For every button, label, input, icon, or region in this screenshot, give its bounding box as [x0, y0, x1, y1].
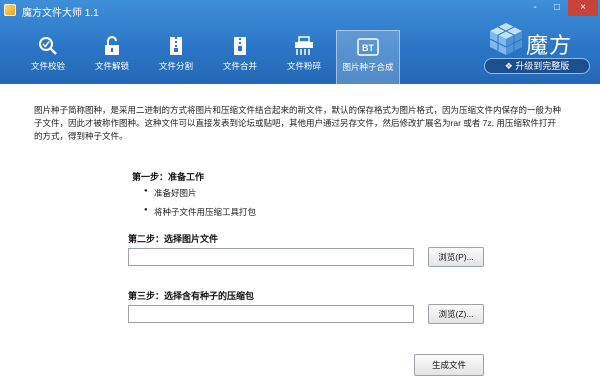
upgrade-button[interactable]: ❖ 升级到完整版	[484, 58, 590, 74]
zip-merge-icon	[234, 37, 246, 55]
zip-split-icon	[170, 37, 182, 55]
bt-badge: BT	[362, 43, 374, 53]
app-icon	[4, 4, 16, 16]
minimize-button[interactable]: -	[524, 0, 546, 16]
cube-logo-icon	[489, 23, 523, 55]
magnifier-check-icon	[39, 37, 57, 55]
header-bar: 魔方文件大师 1.1 - □ × 文件校验 文件解锁 文件分割 文件合并 文件粉…	[0, 0, 600, 84]
archive-file-input[interactable]	[128, 305, 414, 323]
window-controls: - □ ×	[524, 0, 598, 16]
shredder-icon	[295, 36, 313, 55]
window-title: 魔方文件大师 1.1	[22, 8, 99, 19]
toolbar: 文件校验 文件解锁 文件分割 文件合并 文件粉碎 BT 图片种子合成	[16, 30, 400, 84]
intro-text: 图片种子简称图种，是采用二进制的方式将图片和压缩文件结合起来的新文件，默认的保存…	[34, 105, 562, 141]
step2-title: 第二步：选择图片文件	[128, 234, 219, 244]
step1-bullet: 将种子文件用压缩工具打包	[144, 206, 256, 218]
maximize-button[interactable]: □	[546, 0, 568, 16]
step3-title: 第三步：选择含有种子的压缩包	[128, 291, 255, 301]
browse-image-button[interactable]: 浏览(P)...	[428, 247, 484, 267]
tool-label: 文件分割	[158, 61, 193, 71]
tool-label: 文件校验	[30, 61, 65, 71]
tool-file-unlock[interactable]: 文件解锁	[80, 30, 144, 84]
title-bar: 魔方文件大师 1.1 - □ ×	[0, 0, 600, 20]
brand-name: 魔方	[526, 34, 573, 59]
tool-file-split[interactable]: 文件分割	[144, 30, 208, 84]
tool-file-shred[interactable]: 文件粉碎	[272, 30, 336, 84]
browse-archive-button[interactable]: 浏览(Z)...	[428, 304, 484, 324]
step1-title: 第一步：准备工作	[132, 172, 205, 182]
upgrade-label: 升级到完整版	[515, 61, 570, 71]
brand-logo: 魔方 ❖ 升级到完整版	[482, 22, 594, 78]
close-button[interactable]: ×	[568, 0, 598, 16]
tool-label: 文件粉碎	[286, 61, 321, 71]
tool-file-verify[interactable]: 文件校验	[16, 30, 80, 84]
tool-file-merge[interactable]: 文件合并	[208, 30, 272, 84]
tool-image-seed-merge[interactable]: BT 图片种子合成	[336, 30, 400, 84]
tool-label: 图片种子合成	[342, 62, 394, 72]
step1-bullet: 准备好图片	[144, 187, 196, 199]
upgrade-icon: ❖	[504, 61, 516, 71]
tool-label: 文件解锁	[94, 61, 129, 71]
image-file-input[interactable]	[128, 248, 414, 266]
bt-icon: BT	[357, 38, 379, 56]
unlock-icon	[105, 36, 119, 55]
tool-label: 文件合并	[222, 61, 257, 71]
generate-file-button[interactable]: 生成文件	[414, 354, 484, 376]
